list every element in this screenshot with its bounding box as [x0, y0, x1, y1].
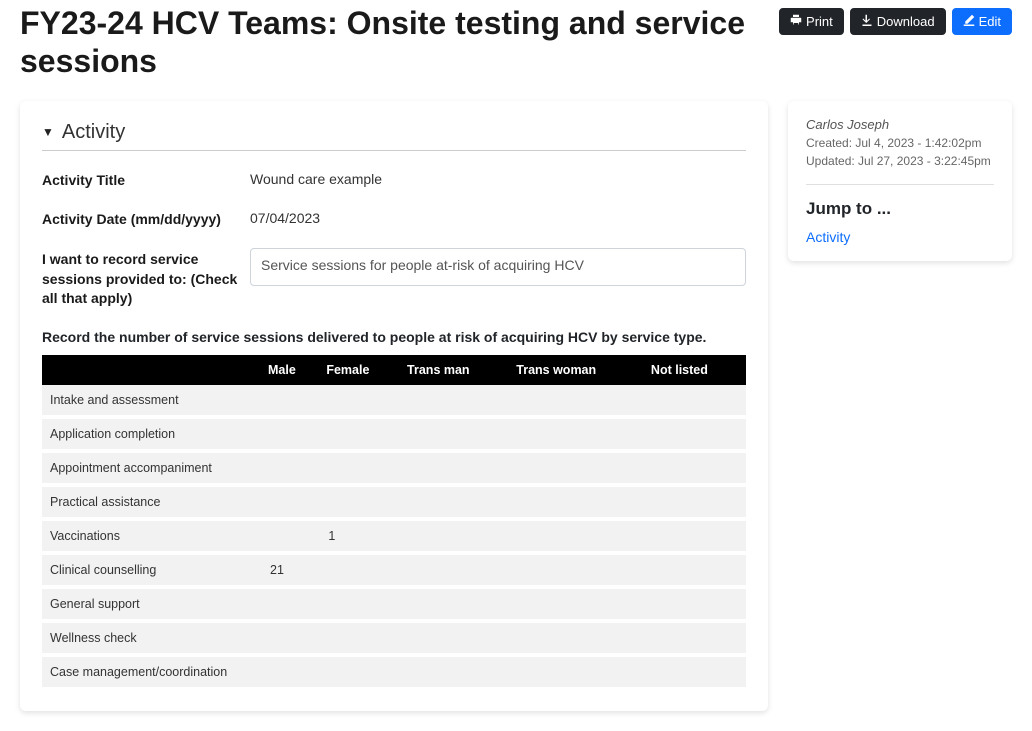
- cell: [510, 385, 645, 417]
- edit-label: Edit: [979, 14, 1001, 29]
- activity-date-value: 07/04/2023: [250, 208, 746, 226]
- cell: [320, 417, 401, 451]
- cell: [401, 417, 510, 451]
- activity-date-label: Activity Date (mm/dd/yyyy): [42, 208, 250, 230]
- cell: 21: [262, 553, 320, 587]
- table-row: Application completion: [42, 417, 746, 451]
- cell: [510, 519, 645, 553]
- row-label: Vaccinations: [42, 519, 262, 553]
- download-icon: [861, 14, 873, 29]
- col-male: Male: [262, 355, 320, 385]
- sidebar-created: Created: Jul 4, 2023 - 1:42:02pm: [806, 134, 994, 152]
- activity-title-label: Activity Title: [42, 169, 250, 191]
- cell: [262, 655, 320, 689]
- cell: [401, 451, 510, 485]
- row-label: Practical assistance: [42, 485, 262, 519]
- cell: [320, 451, 401, 485]
- cell: [320, 385, 401, 417]
- table-row: Wellness check: [42, 621, 746, 655]
- page-title: FY23-24 HCV Teams: Onsite testing and se…: [20, 4, 779, 81]
- col-blank: [42, 355, 262, 385]
- col-trans-woman: Trans woman: [510, 355, 645, 385]
- section-toggle-activity[interactable]: ▼ Activity: [42, 121, 746, 151]
- cell: [510, 417, 645, 451]
- cell: [262, 451, 320, 485]
- cell: [510, 553, 645, 587]
- cell: [645, 553, 746, 587]
- cell: [645, 485, 746, 519]
- cell: 1: [320, 519, 401, 553]
- sidebar-divider: [806, 184, 994, 185]
- cell: [510, 451, 645, 485]
- cell: [401, 485, 510, 519]
- collapse-icon: ▼: [42, 125, 54, 139]
- jump-link-activity[interactable]: Activity: [806, 229, 850, 245]
- cell: [510, 621, 645, 655]
- main-card: ▼ Activity Activity Title Wound care exa…: [20, 101, 768, 711]
- cell: [645, 451, 746, 485]
- record-for-label: I want to record service sessions provid…: [42, 248, 250, 309]
- print-label: Print: [806, 14, 833, 29]
- table-row: Appointment accompaniment: [42, 451, 746, 485]
- cell: [401, 621, 510, 655]
- header-actions: Print Download Edit: [779, 8, 1012, 35]
- sidebar-updated: Updated: Jul 27, 2023 - 3:22:45pm: [806, 152, 994, 170]
- cell: [645, 519, 746, 553]
- cell: [645, 655, 746, 689]
- row-label: Appointment accompaniment: [42, 451, 262, 485]
- record-for-select[interactable]: Service sessions for people at-risk of a…: [250, 248, 746, 286]
- edit-button[interactable]: Edit: [952, 8, 1012, 35]
- cell: [320, 655, 401, 689]
- cell: [262, 519, 320, 553]
- cell: [320, 621, 401, 655]
- row-label: Clinical counselling: [42, 553, 262, 587]
- table-header-row: Male Female Trans man Trans woman Not li…: [42, 355, 746, 385]
- service-table: Male Female Trans man Trans woman Not li…: [42, 355, 746, 691]
- cell: [320, 485, 401, 519]
- cell: [401, 553, 510, 587]
- download-button[interactable]: Download: [850, 8, 946, 35]
- row-label: Wellness check: [42, 621, 262, 655]
- edit-icon: [963, 14, 975, 29]
- table-row: Vaccinations 1: [42, 519, 746, 553]
- download-label: Download: [877, 14, 935, 29]
- jump-to-title: Jump to ...: [806, 199, 994, 219]
- cell: [510, 655, 645, 689]
- cell: [320, 553, 401, 587]
- cell: [262, 485, 320, 519]
- section-title: Activity: [62, 121, 125, 144]
- cell: [262, 417, 320, 451]
- cell: [262, 621, 320, 655]
- table-row: Clinical counselling21: [42, 553, 746, 587]
- cell: [401, 655, 510, 689]
- side-card: Carlos Joseph Created: Jul 4, 2023 - 1:4…: [788, 101, 1012, 261]
- row-label: Case management/coordination: [42, 655, 262, 689]
- table-instruction: Record the number of service sessions de…: [42, 329, 746, 345]
- print-icon: [790, 14, 802, 29]
- sidebar-user: Carlos Joseph: [806, 117, 994, 132]
- cell: [262, 385, 320, 417]
- col-female: Female: [320, 355, 401, 385]
- cell: [401, 385, 510, 417]
- table-row: Intake and assessment: [42, 385, 746, 417]
- activity-title-value: Wound care example: [250, 169, 746, 187]
- cell: [645, 385, 746, 417]
- cell: [645, 621, 746, 655]
- cell: [645, 417, 746, 451]
- row-label: Application completion: [42, 417, 262, 451]
- cell: [401, 519, 510, 553]
- cell: [510, 485, 645, 519]
- col-not-listed: Not listed: [645, 355, 746, 385]
- print-button[interactable]: Print: [779, 8, 844, 35]
- table-row: Case management/coordination: [42, 655, 746, 689]
- row-label: Intake and assessment: [42, 385, 262, 417]
- col-trans-man: Trans man: [401, 355, 510, 385]
- table-row: Practical assistance: [42, 485, 746, 519]
